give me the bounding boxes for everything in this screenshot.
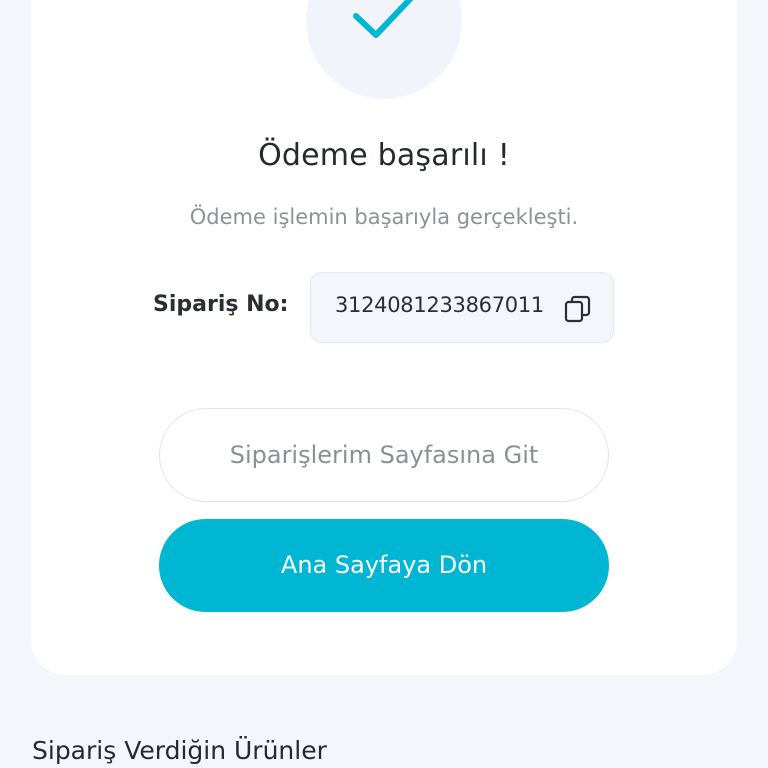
order-number-value: 3124081233867011 [335,293,544,317]
ordered-products-title: Sipariş Verdiğin Ürünler [32,736,327,765]
payment-success-page: Ödeme başarılı ! Ödeme işlemin başarıyla… [0,0,768,768]
copy-icon[interactable] [563,293,593,325]
success-message: Ödeme işlemin başarıyla gerçekleşti. [189,205,579,229]
order-number-label: Sipariş No: [153,292,289,317]
go-to-orders-button[interactable]: Siparişlerim Sayfasına Git [159,408,609,502]
back-to-home-button[interactable]: Ana Sayfaya Dön [159,519,609,612]
check-icon [353,0,414,38]
order-number-box: 3124081233867011 [310,272,614,343]
page-title: Ödeme başarılı ! [258,138,510,173]
